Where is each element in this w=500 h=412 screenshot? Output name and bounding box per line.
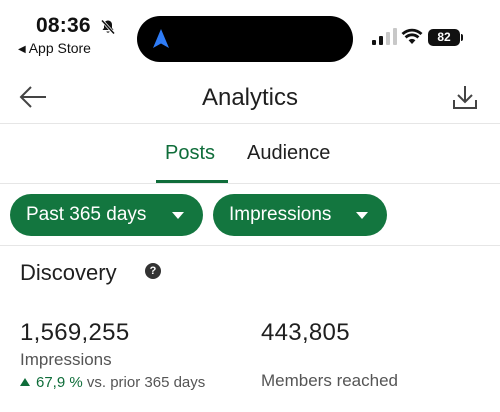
- app-header: Analytics: [0, 70, 500, 124]
- battery-nub: [461, 34, 463, 41]
- caret-down-icon: [172, 212, 184, 219]
- tab-posts[interactable]: Posts: [165, 142, 215, 165]
- back-app-label: App Store: [28, 40, 91, 56]
- date-range-dropdown[interactable]: Past 365 days: [10, 194, 203, 236]
- impressions-trend: 67,9 % vs. prior 365 days: [20, 374, 205, 391]
- active-tab-indicator: [156, 180, 228, 183]
- status-time: 08:36: [36, 14, 91, 37]
- download-icon[interactable]: [450, 80, 480, 114]
- members-reached-label: Members reached: [261, 371, 399, 390]
- status-bar: 08:36 ◀ App Store 82: [0, 0, 500, 70]
- date-range-label: Past 365 days: [26, 204, 147, 225]
- cellular-signal-icon: [372, 28, 397, 45]
- metric-label: Impressions: [229, 204, 332, 225]
- help-icon[interactable]: ?: [145, 263, 161, 279]
- impressions-value: 1,569,255: [20, 319, 130, 346]
- filter-bar: Past 365 days Impressions: [0, 184, 500, 246]
- tab-audience[interactable]: Audience: [247, 142, 330, 165]
- metric-dropdown[interactable]: Impressions: [213, 194, 387, 236]
- trend-percent: 67,9 %: [36, 374, 83, 391]
- back-to-app-store[interactable]: ◀ App Store: [18, 40, 91, 56]
- wifi-icon: [401, 28, 423, 44]
- trend-up-icon: [20, 378, 30, 386]
- bell-muted-icon: [100, 19, 116, 35]
- caret-down-icon: [356, 212, 368, 219]
- page-title: Analytics: [201, 84, 299, 111]
- navigation-arrow-icon: [153, 29, 169, 48]
- trend-suffix: vs. prior 365 days: [86, 374, 206, 391]
- back-triangle-icon: ◀: [18, 44, 26, 55]
- members-reached-value: 443,805: [261, 319, 350, 346]
- section-title-discovery: Discovery: [20, 260, 117, 285]
- battery-icon: 82: [428, 29, 460, 46]
- tab-bar: Posts Audience: [0, 124, 500, 184]
- impressions-label: Impressions: [20, 350, 112, 369]
